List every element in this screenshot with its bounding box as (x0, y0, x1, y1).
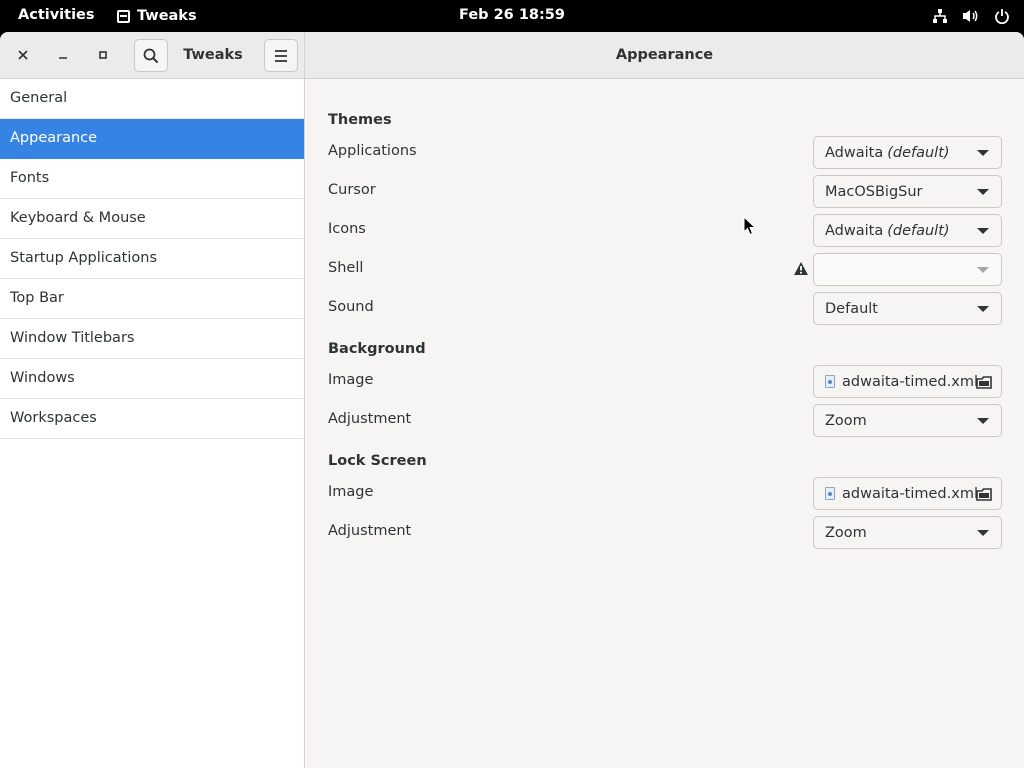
sidebar-item-window-titlebars[interactable]: Window Titlebars (0, 319, 304, 359)
sidebar-headerbar: Tweaks (0, 32, 305, 79)
applications-label: Applications (328, 143, 417, 159)
file-icon (825, 487, 835, 500)
background-image-label: Image (328, 372, 374, 388)
icons-theme-dropdown[interactable]: Adwaita (default) (813, 214, 1002, 247)
applications-theme-value: Adwaita (825, 144, 884, 161)
lock-screen-section-title: Lock Screen (328, 453, 427, 469)
default-suffix: (default) (887, 144, 950, 161)
sidebar-item-startup-applications[interactable]: Startup Applications (0, 239, 304, 279)
search-icon (143, 48, 159, 63)
app-menu-label: Tweaks (137, 7, 197, 24)
dropdown-arrow-icon (977, 267, 989, 273)
lock-screen-image-file-chooser[interactable]: adwaita-timed.xml (813, 477, 1002, 510)
system-tray[interactable] (932, 8, 1010, 24)
hamburger-menu-icon (275, 49, 287, 62)
background-section-title: Background (328, 341, 426, 357)
power-icon (995, 9, 1009, 24)
shell-label: Shell (328, 260, 364, 276)
background-image-filename: adwaita-timed.xml (842, 373, 978, 390)
open-folder-icon (976, 376, 992, 389)
background-adjustment-label: Adjustment (328, 411, 412, 427)
lock-screen-adjustment-label: Adjustment (328, 523, 412, 539)
sidebar-item-fonts[interactable]: Fonts (0, 159, 304, 199)
sidebar-item-appearance[interactable]: Appearance (0, 119, 304, 159)
warning-icon (794, 262, 808, 275)
sidebar-item-top-bar[interactable]: Top Bar (0, 279, 304, 319)
sidebar-title: Tweaks (183, 47, 243, 63)
themes-section-title: Themes (328, 112, 392, 128)
tweaks-app-icon (117, 9, 130, 23)
app-menu[interactable]: Tweaks (117, 0, 197, 32)
dropdown-arrow-icon (977, 228, 989, 234)
sidebar-item-general[interactable]: General (0, 79, 304, 119)
main-menu-button[interactable] (264, 39, 298, 72)
appearance-panel: Themes Applications Adwaita (default) Cur… (306, 79, 1024, 768)
default-suffix: (default) (887, 222, 950, 239)
sound-theme-dropdown[interactable]: Default (813, 292, 1002, 325)
close-icon (18, 50, 28, 60)
lock-screen-adjustment-value: Zoom (825, 524, 867, 541)
minimize-button[interactable] (52, 44, 74, 66)
shell-theme-dropdown[interactable] (813, 253, 1002, 286)
icons-theme-value: Adwaita (825, 222, 884, 239)
volume-icon (963, 10, 978, 22)
gnome-top-bar: Activities Tweaks Feb 26 18:59 (0, 0, 1024, 32)
sidebar: General Appearance Fonts Keyboard & Mous… (0, 79, 305, 768)
mouse-pointer-icon (743, 216, 756, 236)
sound-theme-value: Default (825, 300, 878, 317)
dropdown-arrow-icon (977, 418, 989, 424)
page-title: Appearance (615, 47, 714, 63)
dropdown-arrow-icon (977, 189, 989, 195)
search-button[interactable] (134, 39, 168, 72)
lock-screen-image-filename: adwaita-timed.xml (842, 485, 978, 502)
applications-theme-dropdown[interactable]: Adwaita (default) (813, 136, 1002, 169)
maximize-button[interactable] (92, 44, 114, 66)
cursor-theme-value: MacOSBigSur (825, 183, 923, 200)
close-button[interactable] (12, 44, 34, 66)
network-icon (933, 9, 947, 23)
open-folder-icon (976, 488, 992, 501)
cursor-label: Cursor (328, 182, 376, 198)
maximize-icon (99, 51, 107, 59)
dropdown-arrow-icon (977, 150, 989, 156)
activities-button[interactable]: Activities (18, 0, 95, 32)
sidebar-item-windows[interactable]: Windows (0, 359, 304, 399)
dropdown-arrow-icon (977, 530, 989, 536)
icons-label: Icons (328, 221, 366, 237)
background-image-file-chooser[interactable]: adwaita-timed.xml (813, 365, 1002, 398)
clock-button[interactable]: Feb 26 18:59 (459, 7, 565, 23)
background-adjustment-dropdown[interactable]: Zoom (813, 404, 1002, 437)
tweaks-window: Tweaks Appearance General Appearance Fon… (0, 32, 1024, 768)
lock-screen-adjustment-dropdown[interactable]: Zoom (813, 516, 1002, 549)
sidebar-item-keyboard-mouse[interactable]: Keyboard & Mouse (0, 199, 304, 239)
background-adjustment-value: Zoom (825, 412, 867, 429)
dropdown-arrow-icon (977, 306, 989, 312)
lock-screen-image-label: Image (328, 484, 374, 500)
content-headerbar: Appearance (305, 32, 1024, 79)
file-icon (825, 375, 835, 388)
sound-label: Sound (328, 299, 374, 315)
minimize-icon (59, 57, 67, 59)
cursor-theme-dropdown[interactable]: MacOSBigSur (813, 175, 1002, 208)
sidebar-item-workspaces[interactable]: Workspaces (0, 399, 304, 439)
